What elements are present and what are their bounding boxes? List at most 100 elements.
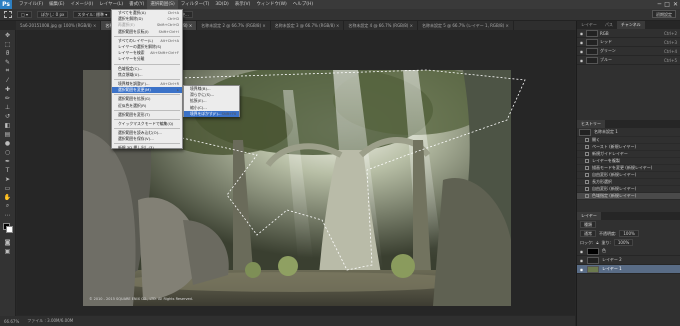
- doc-tab[interactable]: 5a6-20151008.jpg @ 100% (RGB/8) ×: [16, 21, 102, 30]
- tab-layers[interactable]: レイヤー: [577, 21, 601, 29]
- doc-tab[interactable]: 名称未設定 4 @ 66.7% (RGB/8) ×: [344, 21, 418, 30]
- eyedropper-tool-icon[interactable]: ⁄: [3, 76, 13, 84]
- minimize-icon[interactable]: ─: [658, 0, 662, 9]
- shape-tool-icon[interactable]: ▭: [3, 184, 13, 192]
- menu-file[interactable]: ファイル(F): [16, 0, 46, 9]
- blend-mode-select[interactable]: 通常: [580, 230, 596, 237]
- menu-item[interactable]: 焦点領域(U)...: [112, 72, 182, 78]
- channel-row[interactable]: ◉ RGB Ctrl+2: [577, 29, 680, 38]
- history-item[interactable]: 開く: [577, 137, 680, 144]
- doc-tab[interactable]: 名称未設定 3 @ 66.7% (RGB/8) ×: [271, 21, 345, 30]
- eye-icon[interactable]: ◉: [579, 58, 584, 63]
- menu-item[interactable]: レイヤーを分離: [112, 56, 182, 62]
- doc-tab[interactable]: 名称未設定 2 @ 66.7% (RGB/8) ×: [197, 21, 271, 30]
- more-tools-icon[interactable]: ⋯: [3, 211, 13, 219]
- opacity-field[interactable]: 100%: [619, 230, 639, 237]
- quick-select-tool-icon[interactable]: ✎: [3, 58, 13, 66]
- layer-kind-filter[interactable]: 種類: [580, 221, 596, 228]
- brush-tool-icon[interactable]: ✏: [3, 94, 13, 102]
- channel-name: レッド: [600, 39, 612, 44]
- layers-mode-row: 通常 不透明度: 100%: [577, 229, 680, 238]
- eye-icon[interactable]: ◉: [579, 49, 584, 54]
- document-canvas[interactable]: © 2010 - 2015 SQUARE ENIX CO., LTD. All …: [17, 30, 575, 315]
- layer-row[interactable]: ◉ レイヤー 2: [577, 256, 680, 265]
- menu-filter[interactable]: フィルター(T): [178, 0, 213, 9]
- channel-thumbnail: [586, 56, 598, 64]
- zoom-tool-icon[interactable]: ⌕: [3, 202, 13, 210]
- lasso-tool-icon[interactable]: ϑ: [3, 49, 13, 57]
- healing-brush-icon[interactable]: ✚: [3, 85, 13, 93]
- history-item[interactable]: 新規ガイドレイヤー: [577, 151, 680, 158]
- maximize-icon[interactable]: □: [664, 0, 670, 9]
- type-tool-icon[interactable]: T: [3, 166, 13, 174]
- gradient-tool-icon[interactable]: ▤: [3, 130, 13, 138]
- history-item[interactable]: 長方形選択: [577, 179, 680, 186]
- style-select[interactable]: スタイル: 標準 ▾: [73, 11, 112, 18]
- workspace-select[interactable]: 初期設定: [652, 10, 676, 18]
- menu-item[interactable]: 近似色を選択(R): [112, 102, 182, 108]
- move-tool-icon[interactable]: ✥: [3, 31, 13, 39]
- eye-icon[interactable]: ◉: [579, 258, 584, 263]
- tab-paths[interactable]: パス: [601, 21, 617, 29]
- menu-type[interactable]: 書式(Y): [126, 0, 147, 9]
- channel-row[interactable]: ◉ グリーン Ctrl+4: [577, 47, 680, 56]
- menu-item[interactable]: 選択範囲を保存(V)...: [112, 136, 182, 142]
- menu-item-label: 新規 3D 押し出し(3): [118, 145, 154, 151]
- history-item[interactable]: 描画モードを変更 (新規レイヤー): [577, 165, 680, 172]
- marquee-tool-icon[interactable]: [4, 11, 12, 18]
- tab-history[interactable]: ヒストリー: [577, 120, 605, 128]
- menu-item[interactable]: 選択範囲を変形(T): [112, 112, 182, 118]
- channel-row[interactable]: ◉ レッド Ctrl+3: [577, 38, 680, 47]
- layer-row-selected[interactable]: ◉ レイヤー 1: [577, 265, 680, 274]
- dodge-tool-icon[interactable]: ○: [3, 148, 13, 156]
- history-item[interactable]: レイヤーを複製: [577, 158, 680, 165]
- menu-layer[interactable]: レイヤー(L): [96, 0, 126, 9]
- layer-row[interactable]: ◉ 色: [577, 247, 680, 256]
- fill-field[interactable]: 100%: [613, 239, 634, 246]
- menu-item[interactable]: 新規 3D 押し出し(3): [112, 145, 182, 151]
- feather-field[interactable]: ぼかし: 0 px: [37, 11, 69, 18]
- tab-channels[interactable]: チャンネル: [616, 21, 645, 29]
- blur-tool-icon[interactable]: ●: [3, 139, 13, 147]
- marquee-tool-icon[interactable]: ⬚: [3, 40, 13, 48]
- menu-image[interactable]: イメージ(I): [67, 0, 96, 9]
- history-item[interactable]: 自由変形 (新規レイヤー): [577, 186, 680, 193]
- menu-3d[interactable]: 3D(D): [212, 0, 231, 9]
- eye-icon[interactable]: ◉: [579, 249, 584, 254]
- clone-stamp-icon[interactable]: ⊥: [3, 103, 13, 111]
- crop-tool-icon[interactable]: ⌗: [3, 67, 13, 75]
- selection-mode-select[interactable]: □ ▾: [17, 11, 33, 18]
- channel-row[interactable]: ◉ ブルー Ctrl+5: [577, 56, 680, 65]
- menu-edit[interactable]: 編集(E): [46, 0, 67, 9]
- menu-item[interactable]: 境界をぼかす(F)... Shift+F6: [184, 110, 239, 117]
- eraser-tool-icon[interactable]: ◧: [3, 121, 13, 129]
- quick-mask-icon[interactable]: ◙: [3, 238, 13, 246]
- history-snapshot[interactable]: 名称未設定 1: [577, 128, 680, 137]
- path-select-tool-icon[interactable]: ➤: [3, 175, 13, 183]
- history-item[interactable]: ペースト (新規レイヤー): [577, 144, 680, 151]
- menu-select[interactable]: 選択範囲(S): [147, 0, 178, 9]
- lock-icon[interactable]: 🔒︎: [596, 240, 598, 245]
- history-list: 名称未設定 1 開く ペースト (新規レイヤー) 新規ガイドレイヤー レイヤーを…: [577, 128, 680, 200]
- menu-item[interactable]: 選択範囲を反転(I) Shift+Ctrl+I: [112, 29, 182, 35]
- doc-tab[interactable]: 名称未設定 5 @ 66.7% (レイヤー 1, RGB/8) ×: [418, 21, 514, 30]
- menu-item[interactable]: クイックマスクモードで編集(Q): [112, 121, 182, 127]
- eye-icon[interactable]: ◉: [579, 31, 584, 36]
- hand-tool-icon[interactable]: ✋: [3, 193, 13, 201]
- tab-layers-panel[interactable]: レイヤー: [577, 212, 601, 220]
- history-brush-icon[interactable]: ↺: [3, 112, 13, 120]
- menu-help[interactable]: ヘルプ(H): [290, 0, 316, 9]
- menu-window[interactable]: ウィンドウ(W): [253, 0, 289, 9]
- zoom-level[interactable]: 66.67%: [4, 319, 19, 324]
- eye-icon[interactable]: ◉: [579, 40, 584, 45]
- eye-icon[interactable]: ◉: [579, 267, 584, 272]
- history-item[interactable]: 色域指定 (新規レイヤー): [577, 193, 680, 200]
- screen-mode-icon[interactable]: ▣: [3, 247, 13, 255]
- history-item[interactable]: 自由変形 (新規レイヤー): [577, 172, 680, 179]
- pen-tool-icon[interactable]: ✒: [3, 157, 13, 165]
- close-icon[interactable]: ✕: [673, 0, 678, 9]
- menu-item[interactable]: 選択範囲を変更(M) ▸: [112, 87, 182, 94]
- background-color-swatch[interactable]: [6, 226, 13, 233]
- history-step-icon: [585, 194, 589, 198]
- menu-view[interactable]: 表示(V): [232, 0, 254, 9]
